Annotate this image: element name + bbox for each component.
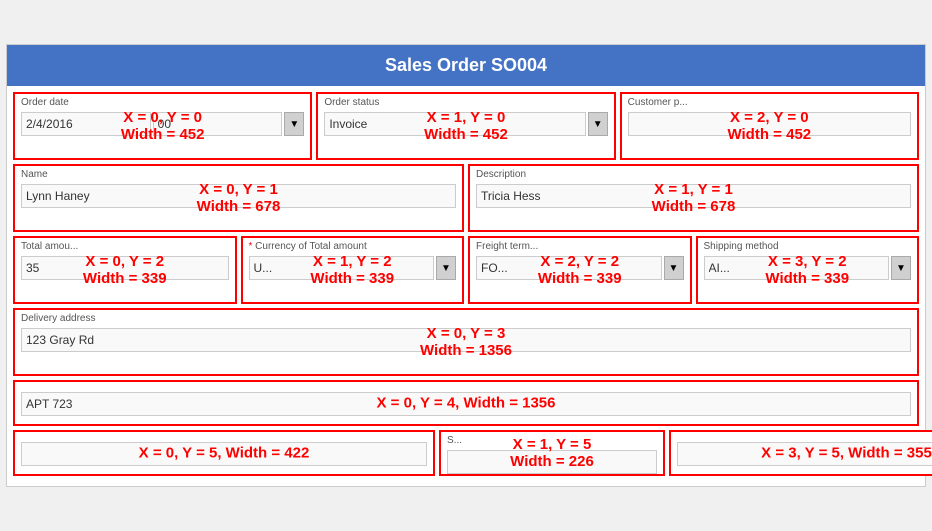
input-2-0[interactable] — [628, 112, 911, 136]
cell-1-5: S... X = 1, Y = 5 Width = 226 — [439, 430, 665, 476]
cell-1-1: Description X = 1, Y = 1 Width = 678 — [468, 164, 919, 232]
input-2-2[interactable] — [476, 256, 662, 280]
input-row-0-5 — [21, 442, 427, 466]
cell-0-2: Total amou... X = 0, Y = 2 Width = 339 — [13, 236, 237, 304]
input-row-1-0: ▼ — [324, 112, 607, 136]
input-time-0-0[interactable] — [153, 112, 283, 136]
input-3-5[interactable] — [677, 442, 932, 466]
label-1-5: S... — [447, 435, 462, 446]
input-0-1[interactable] — [21, 184, 456, 208]
form-body: Order date ▼ X = 0, Y = 0 Width = 452 Or… — [7, 86, 925, 486]
input-row-1-5 — [447, 450, 657, 474]
label-2-2: Freight term... — [476, 241, 538, 252]
dropdown-3-2[interactable]: ▼ — [891, 256, 911, 280]
cell-0-0: Order date ▼ X = 0, Y = 0 Width = 452 — [13, 92, 312, 160]
cell-1-2: * Currency of Total amount ▼ X = 1, Y = … — [241, 236, 465, 304]
cell-3-5: X = 3, Y = 5, Width = 355 — [669, 430, 932, 476]
grid-row-1: Name X = 0, Y = 1 Width = 678 Descriptio… — [13, 164, 919, 232]
input-3-2[interactable] — [704, 256, 890, 280]
input-1-1[interactable] — [476, 184, 911, 208]
cell-0-5: X = 0, Y = 5, Width = 422 — [13, 430, 435, 476]
cell-0-3: Delivery address X = 0, Y = 3 Width = 13… — [13, 308, 919, 376]
grid-row-2: Total amou... X = 0, Y = 2 Width = 339 *… — [13, 236, 919, 304]
input-row-0-3 — [21, 328, 911, 352]
input-row-1-1 — [476, 184, 911, 208]
input-0-2[interactable] — [21, 256, 229, 280]
label-0-1: Name — [21, 169, 48, 180]
label-2-0: Customer p... — [628, 97, 688, 108]
grid-row-3: Delivery address X = 0, Y = 3 Width = 13… — [13, 308, 919, 376]
label-1-2: * Currency of Total amount — [249, 241, 367, 252]
cell-1-0: Order status ▼ X = 1, Y = 0 Width = 452 — [316, 92, 615, 160]
label-0-3: Delivery address — [21, 313, 95, 324]
dropdown-0-0[interactable]: ▼ — [284, 112, 304, 136]
cell-2-2: Freight term... ▼ X = 2, Y = 2 Width = 3… — [468, 236, 692, 304]
input-row-0-0: ▼ — [21, 112, 304, 136]
cell-3-2: Shipping method ▼ X = 3, Y = 2 Width = 3… — [696, 236, 920, 304]
input-0-5[interactable] — [21, 442, 427, 466]
grid-row-4: X = 0, Y = 4, Width = 1356 — [13, 380, 919, 426]
input-1-5[interactable] — [447, 450, 657, 474]
input-1-2[interactable] — [249, 256, 435, 280]
cell-0-4: X = 0, Y = 4, Width = 1356 — [13, 380, 919, 426]
main-container: Sales Order SO004 Order date ▼ X = 0, Y … — [6, 44, 926, 487]
grid-row-5: X = 0, Y = 5, Width = 422 S... X = 1, Y … — [13, 430, 919, 476]
input-row-0-1 — [21, 184, 456, 208]
dropdown-1-0[interactable]: ▼ — [588, 112, 608, 136]
dropdown-1-2[interactable]: ▼ — [436, 256, 456, 280]
input-row-0-2 — [21, 256, 229, 280]
label-1-0: Order status — [324, 97, 379, 108]
input-0-3[interactable] — [21, 328, 911, 352]
grid-row-0: Order date ▼ X = 0, Y = 0 Width = 452 Or… — [13, 92, 919, 160]
input-1-0[interactable] — [324, 112, 585, 136]
input-0-4[interactable] — [21, 392, 911, 416]
cell-0-1: Name X = 0, Y = 1 Width = 678 — [13, 164, 464, 232]
input-row-2-0 — [628, 112, 911, 136]
label-3-2: Shipping method — [704, 241, 779, 252]
label-0-0: Order date — [21, 97, 69, 108]
cell-2-0: Customer p... X = 2, Y = 0 Width = 452 — [620, 92, 919, 160]
input-row-3-5 — [677, 442, 932, 466]
input-row-2-2: ▼ — [476, 256, 684, 280]
label-1-1: Description — [476, 169, 526, 180]
input-row-0-4 — [21, 392, 911, 416]
dropdown-2-2[interactable]: ▼ — [664, 256, 684, 280]
input-row-3-2: ▼ — [704, 256, 912, 280]
input-row-1-2: ▼ — [249, 256, 457, 280]
label-0-2: Total amou... — [21, 241, 78, 252]
page-title: Sales Order SO004 — [7, 45, 925, 86]
input-0-0[interactable] — [21, 112, 151, 136]
